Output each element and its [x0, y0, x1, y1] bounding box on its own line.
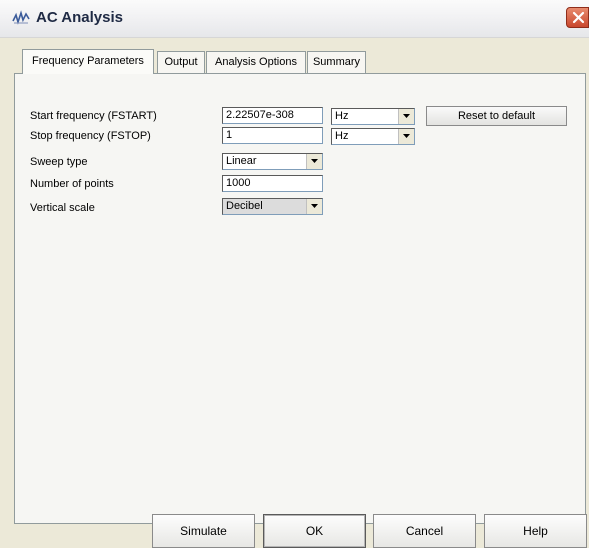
cancel-button[interactable]: Cancel [373, 514, 476, 548]
number-of-points-label: Number of points [30, 178, 114, 190]
chevron-down-icon[interactable] [398, 129, 414, 144]
vertical-scale-value: Decibel [226, 200, 263, 212]
start-frequency-unit-value: Hz [335, 110, 349, 122]
tab-analysis-options[interactable]: Analysis Options [206, 51, 306, 73]
stop-frequency-unit-value: Hz [335, 130, 349, 142]
number-of-points-field[interactable]: 1000 [222, 175, 323, 192]
stop-frequency-label: Stop frequency (FSTOP) [30, 130, 151, 142]
ok-button[interactable]: OK [263, 514, 366, 548]
chevron-down-icon[interactable] [398, 109, 414, 124]
tab-summary[interactable]: Summary [307, 51, 366, 73]
dialog-body: Frequency Parameters Output Analysis Opt… [0, 38, 589, 548]
waveform-icon [12, 10, 30, 26]
close-button[interactable] [566, 7, 589, 28]
title-bar: AC Analysis [0, 0, 589, 38]
reset-to-default-button[interactable]: Reset to default [426, 106, 567, 126]
simulate-button[interactable]: Simulate [152, 514, 255, 548]
help-button[interactable]: Help [484, 514, 587, 548]
stop-frequency-unit-select[interactable]: Hz [331, 128, 415, 145]
vertical-scale-select[interactable]: Decibel [222, 198, 323, 215]
sweep-type-label: Sweep type [30, 156, 88, 168]
tab-frequency-parameters[interactable]: Frequency Parameters [22, 49, 154, 74]
stop-frequency-field[interactable]: 1 [222, 127, 323, 144]
sweep-type-select[interactable]: Linear [222, 153, 323, 170]
tab-output[interactable]: Output [157, 51, 205, 73]
window-title: AC Analysis [36, 9, 123, 26]
start-frequency-field[interactable]: 2.22507e-308 [222, 107, 323, 124]
chevron-down-icon[interactable] [306, 154, 322, 169]
vertical-scale-label: Vertical scale [30, 202, 95, 214]
chevron-down-icon[interactable] [306, 199, 322, 214]
sweep-type-value: Linear [226, 155, 257, 167]
start-frequency-unit-select[interactable]: Hz [331, 108, 415, 125]
start-frequency-label: Start frequency (FSTART) [30, 110, 157, 122]
